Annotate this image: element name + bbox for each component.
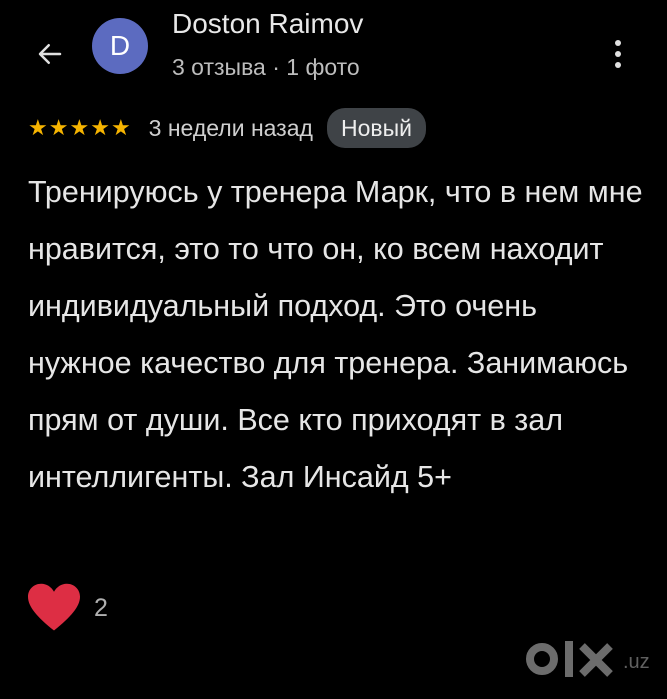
watermark-domain: .uz (623, 650, 650, 673)
new-badge: Новый (326, 108, 426, 148)
reactions[interactable]: 2 (26, 580, 108, 636)
star-icon: ★ (90, 115, 110, 140)
review-header: D Doston Raimov 3 отзыва · 1 фото (0, 0, 667, 100)
more-options-button[interactable] (600, 34, 636, 74)
user-meta: 3 отзыва · 1 фото (172, 54, 360, 80)
like-count: 2 (94, 593, 108, 622)
more-vertical-icon-dot (615, 40, 621, 46)
avatar[interactable]: D (92, 18, 148, 74)
rating-row: ★ ★ ★ ★ ★ 3 недели назад Новый (28, 106, 426, 150)
avatar-letter: D (109, 30, 131, 61)
red-heart-icon[interactable] (26, 582, 82, 634)
review-text: Тренируюсь у тренера Марк, что в нем мне… (28, 175, 643, 494)
more-vertical-icon-dot (615, 51, 621, 57)
arrow-left-icon (38, 44, 62, 64)
star-icon: ★ (110, 115, 131, 140)
back-button[interactable] (28, 32, 72, 76)
star-icon: ★ (69, 115, 90, 140)
star-icon: ★ (28, 115, 48, 140)
olx-watermark: .uz (524, 634, 650, 684)
star-rating: ★ ★ ★ ★ ★ (28, 117, 131, 139)
user-name[interactable]: Doston Raimov (172, 8, 363, 40)
star-icon: ★ (48, 115, 69, 140)
more-vertical-icon-dot (615, 62, 621, 68)
olx-logo (526, 641, 613, 677)
review-date: 3 недели назад (148, 114, 313, 141)
